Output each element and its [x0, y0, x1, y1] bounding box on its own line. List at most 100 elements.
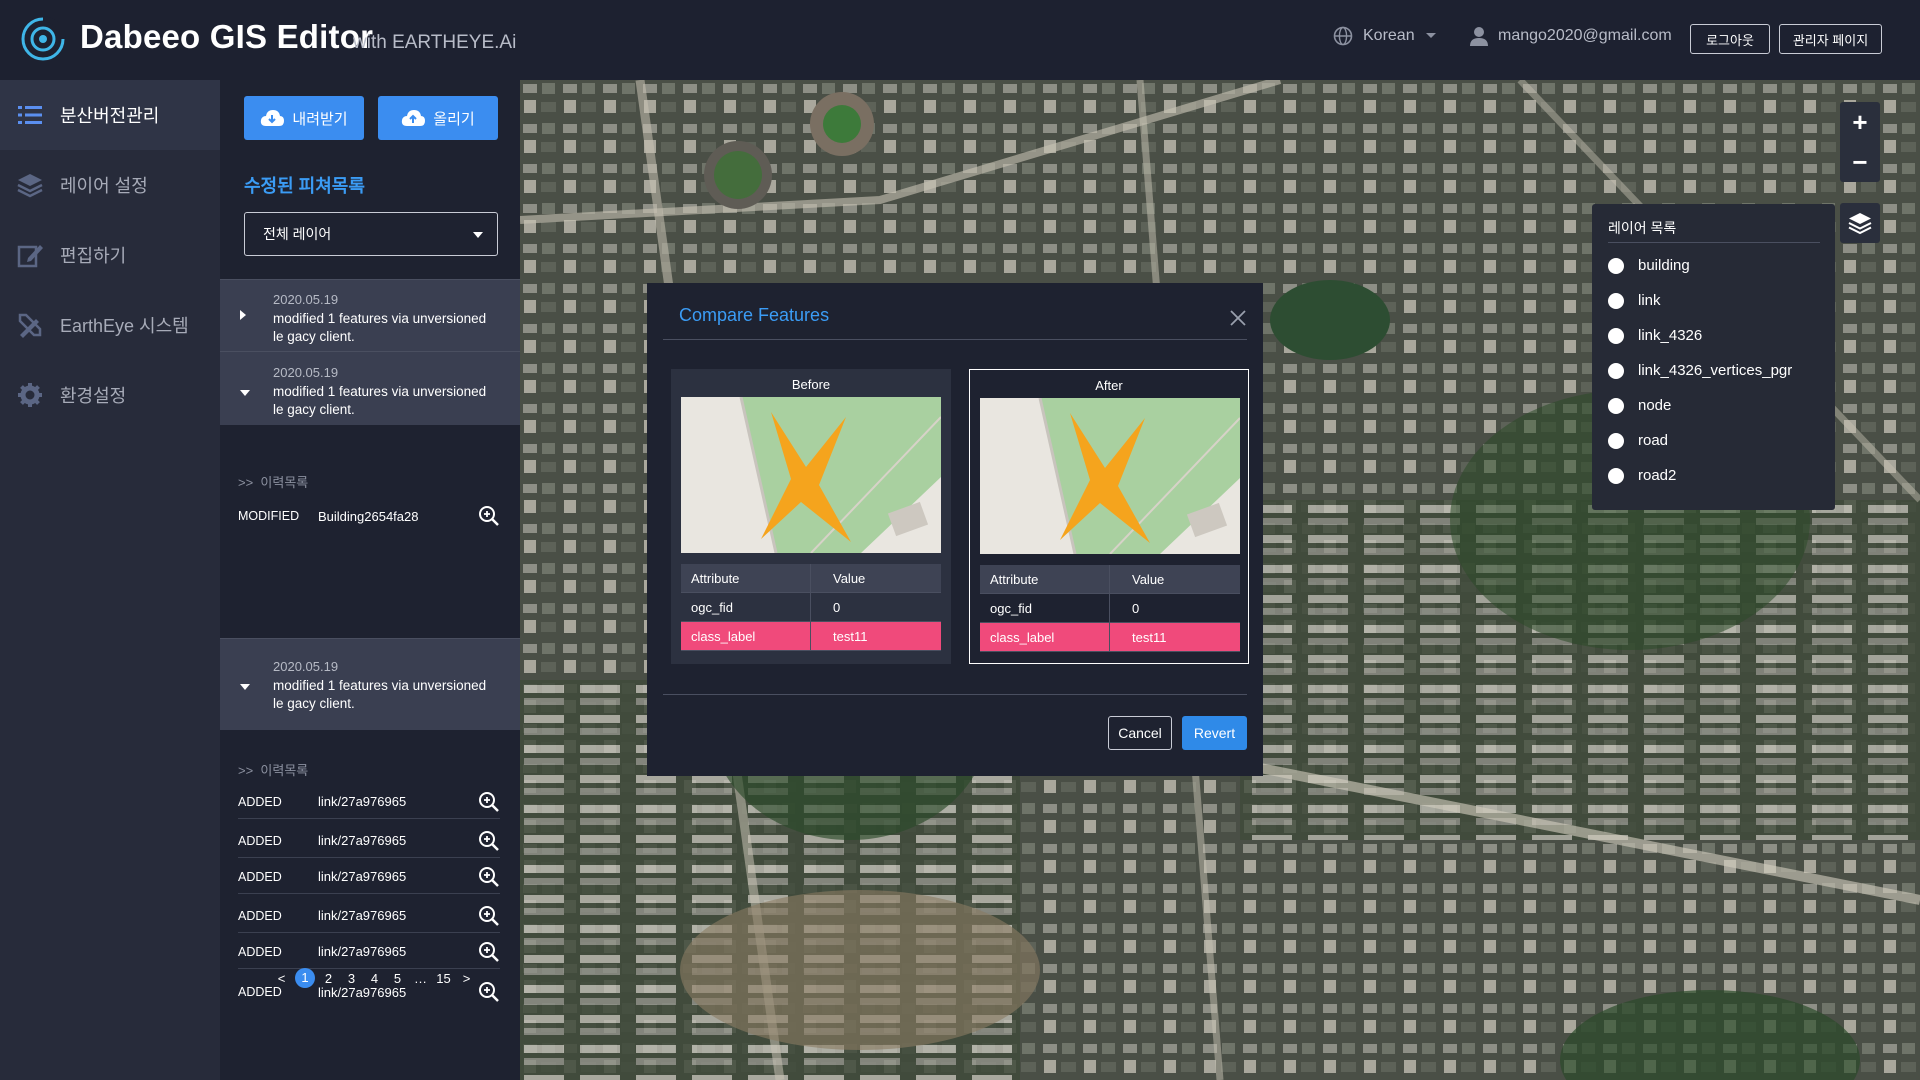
chevron-down-icon: [473, 232, 483, 238]
pagination-page[interactable]: 4: [363, 971, 386, 986]
zoom-in-icon[interactable]: [478, 830, 500, 852]
zoom-in-icon[interactable]: [478, 866, 500, 888]
value-header: Value: [1132, 571, 1165, 587]
nav-item-edit[interactable]: 편집하기: [0, 220, 220, 290]
divider: [1608, 242, 1820, 243]
user-info: mango2020@gmail.com: [1470, 26, 1672, 46]
after-label: After: [1095, 378, 1123, 393]
collapse-arrow-icon[interactable]: [240, 684, 250, 690]
pagination-page[interactable]: 3: [340, 971, 363, 986]
user-icon: [1470, 27, 1488, 46]
change-group[interactable]: 2020.05.19 modified 1 features via unver…: [220, 279, 520, 351]
layer-name: link_4326: [1638, 327, 1703, 344]
close-icon[interactable]: [1229, 309, 1247, 327]
layer-filter-select[interactable]: 전체 레이어: [244, 212, 498, 256]
nav-label: 레이어 설정: [60, 176, 148, 196]
layer-name: node: [1638, 397, 1672, 414]
collapse-arrow-icon[interactable]: [240, 390, 250, 396]
history-action: ADDED: [238, 908, 282, 923]
pagination-page-current[interactable]: 1: [295, 968, 315, 988]
zoom-out-button[interactable]: −: [1840, 142, 1880, 182]
table-row: ogc_fid 0: [980, 594, 1240, 623]
nav-item-version-management[interactable]: 분산버전관리: [0, 80, 220, 150]
zoom-in-icon[interactable]: [478, 941, 500, 963]
layer-item[interactable]: link_4326_vertices_pgr: [1608, 362, 1792, 379]
before-label: Before: [791, 377, 831, 392]
history-title-text: 이력목록: [260, 475, 309, 490]
layers-icon: [17, 174, 43, 198]
layer-item[interactable]: road: [1608, 432, 1668, 449]
history-feature-name: link/27a976965: [318, 794, 407, 809]
zoom-in-icon[interactable]: [478, 791, 500, 813]
download-label: 내려받기: [292, 110, 348, 128]
pagination-page[interactable]: 2: [317, 971, 340, 986]
table-row-highlighted: class_label test11: [980, 623, 1240, 652]
history-row: ADDED link/27a976965: [238, 785, 500, 819]
radio-button[interactable]: [1608, 397, 1624, 414]
pagination-ellipsis: …: [414, 970, 427, 986]
layer-toggle-button[interactable]: [1840, 203, 1880, 243]
attribute-cell: class_label: [681, 622, 811, 650]
value-cell: 0: [1132, 600, 1140, 616]
zoom-in-icon[interactable]: [478, 981, 500, 1003]
change-group[interactable]: 2020.05.19 modified 1 features via unver…: [220, 351, 520, 425]
change-group[interactable]: 2020.05.19 modified 1 features via unver…: [220, 638, 520, 730]
language-label: Korean: [1363, 27, 1415, 44]
revert-button[interactable]: Revert: [1182, 716, 1247, 750]
zoom-in-icon[interactable]: [478, 905, 500, 927]
pagination-next[interactable]: >: [455, 971, 478, 986]
edit-icon: [17, 245, 43, 268]
nav-item-eartheye-system[interactable]: EarthEye 시스템: [0, 290, 220, 360]
layer-item[interactable]: road2: [1608, 467, 1676, 484]
value-cell: test11: [833, 628, 868, 644]
cancel-button[interactable]: Cancel: [1108, 716, 1172, 750]
zoom-in-icon[interactable]: [478, 505, 500, 527]
feature-panel: 내려받기 올리기 수정된 피쳐목록 전체 레이어 2020.05.19 modi…: [220, 80, 520, 1080]
layer-name: link: [1638, 292, 1661, 309]
nav-label: 환경설정: [60, 386, 127, 406]
admin-page-button[interactable]: 관리자 페이지: [1779, 24, 1882, 54]
layer-item[interactable]: link_4326: [1608, 327, 1702, 344]
logout-button[interactable]: 로그아웃: [1690, 24, 1770, 54]
group-message: modified 1 features via unversioned le g…: [273, 678, 487, 711]
history-feature-name: link/27a976965: [318, 833, 407, 848]
history-title: >> 이력목록: [238, 472, 308, 491]
panel-title: 수정된 피쳐목록: [244, 176, 365, 196]
attribute-cell: ogc_fid: [980, 594, 1110, 622]
zoom-control: + −: [1840, 102, 1880, 182]
layer-list-title: 레이어 목록: [1608, 220, 1677, 236]
user-email: mango2020@gmail.com: [1498, 27, 1672, 44]
history-row: MODIFIED Building2654fa28: [238, 499, 500, 533]
group-message: modified 1 features via unversioned le g…: [273, 311, 487, 344]
layer-item[interactable]: node: [1608, 397, 1671, 414]
radio-button[interactable]: [1608, 432, 1624, 449]
table-row: ogc_fid 0: [681, 593, 941, 622]
compare-features-modal: Compare Features Before Attribute Value …: [647, 283, 1263, 776]
pagination-page[interactable]: 15: [432, 971, 455, 986]
radio-button[interactable]: [1608, 292, 1624, 309]
zoom-in-button[interactable]: +: [1840, 102, 1880, 142]
attribute-table-after: Attribute Value ogc_fid 0 class_label te…: [980, 565, 1240, 652]
upload-label: 올리기: [433, 110, 475, 128]
pagination: < 1 2 3 4 5 … 15 >: [270, 968, 478, 988]
language-selector[interactable]: Korean: [1333, 26, 1437, 46]
radio-button[interactable]: [1608, 467, 1624, 484]
nav-label: 편집하기: [60, 246, 127, 266]
nav-item-settings[interactable]: 환경설정: [0, 360, 220, 430]
radio-button[interactable]: [1608, 257, 1624, 274]
expand-arrow-icon[interactable]: [240, 310, 246, 320]
upload-button[interactable]: 올리기: [378, 96, 498, 140]
pagination-page[interactable]: 5: [386, 971, 409, 986]
pagination-prev[interactable]: <: [270, 971, 293, 986]
history-row: ADDED link/27a976965: [238, 935, 500, 969]
main-nav: 분산버전관리 레이어 설정 편집하기 EarthEye 시스템 환경설정: [0, 80, 220, 1080]
radio-button[interactable]: [1608, 327, 1624, 344]
app-logo-icon: [21, 16, 66, 61]
layer-item[interactable]: building: [1608, 257, 1690, 274]
layers-icon: [1848, 213, 1872, 235]
nav-label: 분산버전관리: [60, 106, 160, 126]
download-button[interactable]: 내려받기: [244, 96, 364, 140]
radio-button[interactable]: [1608, 362, 1624, 379]
layer-item[interactable]: link: [1608, 292, 1661, 309]
nav-item-layer-settings[interactable]: 레이어 설정: [0, 150, 220, 220]
